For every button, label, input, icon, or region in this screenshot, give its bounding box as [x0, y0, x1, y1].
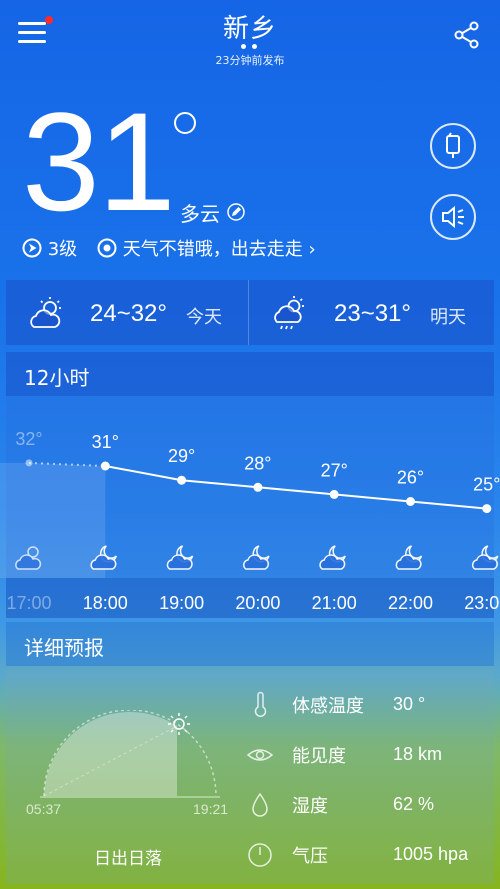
voice-broadcast-button[interactable]	[430, 194, 476, 240]
today-range: 24~32°	[90, 300, 168, 327]
temp-label: 26°	[397, 468, 424, 488]
degree-symbol	[174, 112, 196, 134]
wind-level[interactable]: 3级	[22, 237, 77, 263]
temp-label: 29°	[168, 446, 195, 466]
temperature-trend-line	[105, 465, 487, 510]
temp-label: 31°	[92, 432, 119, 452]
temp-point	[25, 459, 33, 467]
widget-button[interactable]	[430, 123, 476, 169]
time-label: 18:00	[83, 593, 128, 613]
thermometer-icon	[246, 691, 274, 719]
visibility-label: 能见度	[292, 746, 346, 767]
publish-time: 23分钟前发布	[215, 54, 285, 67]
sunrise-sunset-label: 日出日落	[94, 849, 162, 869]
moon-cloud-icon	[166, 545, 194, 570]
share-icon	[454, 21, 479, 49]
eye-icon	[246, 741, 274, 769]
edit-icon	[227, 203, 245, 221]
time-label: 22:00	[388, 593, 433, 613]
weather-tip-label: 天气不错哦，出去走走	[122, 239, 303, 260]
sunrise-time: 05:37	[26, 801, 62, 817]
hourly-temperature-chart[interactable]: 32° 17:00 31° 18:00 29° 19:00 28° 20:00 27° 21:00…	[0, 396, 500, 618]
humidity-value: 62 %	[393, 794, 435, 814]
edit-button[interactable]	[227, 203, 245, 221]
droplet-icon	[246, 791, 274, 819]
detail-title: 详细预报	[24, 636, 104, 660]
sunset-time: 19:21	[193, 801, 229, 817]
temp-label: 32°	[15, 429, 42, 449]
city-name[interactable]: 新乡	[150, 8, 350, 45]
tip-icon	[97, 238, 117, 258]
moon-cloud-icon	[243, 545, 270, 570]
sun-icon	[167, 712, 191, 740]
temp-point	[329, 489, 339, 499]
rain-sun-icon	[270, 294, 310, 338]
sunrise-sunset-chart	[40, 709, 220, 804]
temp-point	[406, 497, 415, 506]
two-day-forecast	[6, 280, 494, 345]
current-temperature: 31	[22, 83, 176, 240]
day-divider	[248, 280, 249, 345]
time-label: 19:00	[159, 593, 204, 613]
wind-direction-icon	[22, 238, 42, 258]
feels-like-value: 30 °	[393, 694, 426, 714]
temp-label: 28°	[244, 453, 271, 473]
page-indicator	[240, 44, 260, 50]
feels-like-label: 体感温度	[292, 696, 364, 717]
tomorrow-label: 明天	[430, 307, 466, 328]
temp-point	[482, 504, 492, 514]
tomorrow-range: 23~31°	[334, 300, 412, 327]
time-label: 21:00	[312, 593, 357, 613]
visibility-value: 18 km	[393, 744, 443, 764]
pressure-value: 1005 hpa	[393, 844, 469, 864]
share-button[interactable]	[452, 20, 482, 50]
barometer-icon	[246, 841, 274, 869]
notification-dot	[45, 16, 53, 24]
menu-button[interactable]	[18, 16, 53, 48]
humidity-label: 湿度	[292, 796, 328, 817]
temp-label: 25°	[473, 475, 500, 495]
temp-point	[100, 461, 110, 471]
moon-cloud-icon	[319, 545, 346, 570]
moon-cloud-icon	[471, 545, 499, 570]
hourly-title: 12小时	[24, 366, 90, 390]
speaker-icon	[442, 205, 464, 229]
wind-level-label: 3级	[47, 239, 78, 260]
moon-cloud-icon	[395, 545, 423, 570]
today-label: 今天	[186, 307, 222, 328]
temp-label: 27°	[321, 460, 348, 480]
current-condition: 多云	[180, 202, 220, 226]
time-label: 20:00	[235, 593, 280, 613]
chevron-right-icon: ›	[308, 239, 316, 260]
partly-cloudy-icon	[26, 294, 66, 338]
temp-point	[253, 482, 263, 492]
temp-point	[177, 475, 187, 485]
past-area	[0, 462, 106, 578]
time-label: 23:00	[464, 593, 500, 613]
weather-tip[interactable]: 天气不错哦，出去走走 ›	[97, 237, 316, 263]
pressure-label: 气压	[292, 846, 328, 867]
phone-widget-icon	[446, 132, 460, 158]
time-label: 17:00	[6, 593, 51, 613]
